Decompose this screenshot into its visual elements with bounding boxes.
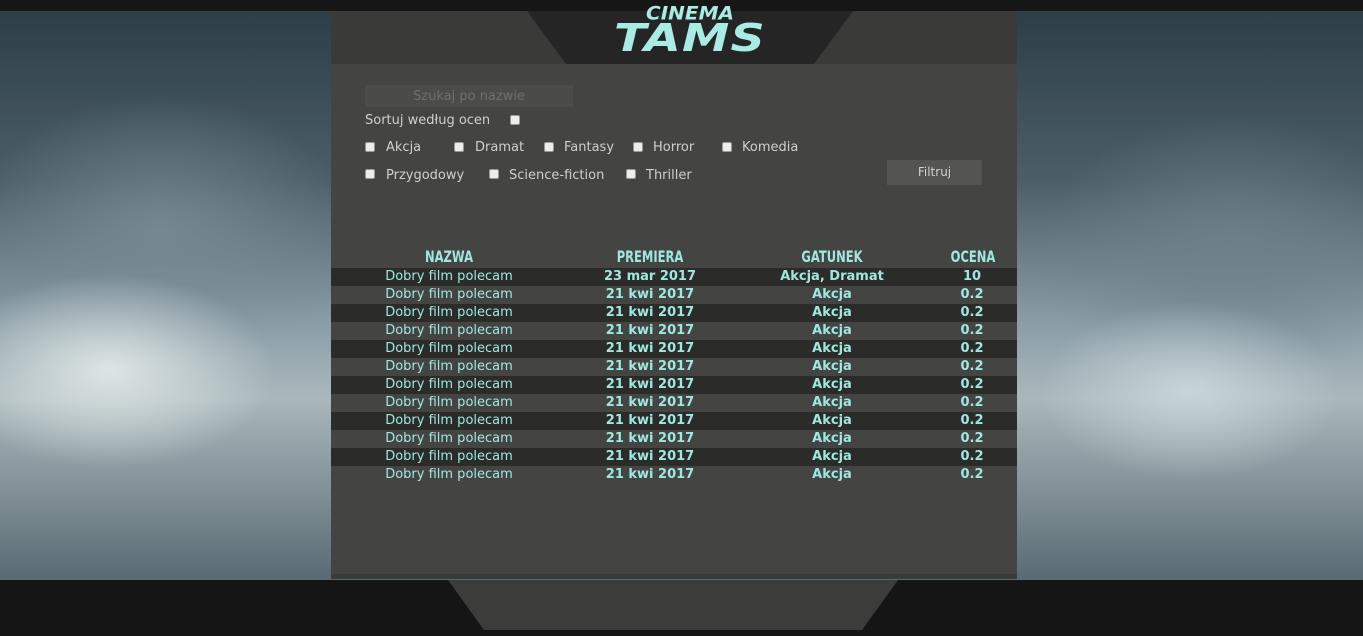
cell-rating: 0.2 — [960, 377, 984, 392]
table-header: NAZWA PREMIERA GATUNEK OCENA — [331, 245, 1017, 268]
sort-by-rating-checkbox[interactable] — [510, 115, 520, 125]
table-body: Dobry film polecam 23 mar 2017 Akcja, Dram… — [331, 268, 1017, 484]
cell-premiere: 23 mar 2017 — [603, 269, 697, 284]
genre-checkbox-thriller[interactable] — [626, 169, 636, 179]
cell-name: Dobry film polecam — [385, 341, 513, 356]
cell-rating: 0.2 — [960, 413, 984, 428]
table-row[interactable]: Dobry film polecam 21 kwi 2017 Akcja 0.2 — [331, 412, 1017, 430]
main-panel: CINEMA TAMS Sortuj według ocen Akcja Dra… — [331, 2, 1017, 579]
cell-premiere: 21 kwi 2017 — [605, 323, 695, 338]
cell-rating: 0.2 — [960, 395, 984, 410]
cell-name: Dobry film polecam — [385, 287, 513, 302]
genre-checkbox-science-fiction[interactable] — [489, 169, 499, 179]
column-header-name[interactable]: NAZWA — [406, 247, 492, 267]
footer-trapezoid — [448, 580, 898, 630]
cell-name: Dobry film polecam — [385, 413, 513, 428]
table-row[interactable]: Dobry film polecam 23 mar 2017 Akcja, Dram… — [331, 268, 1017, 286]
cell-rating: 0.2 — [960, 287, 984, 302]
cell-premiere: 21 kwi 2017 — [605, 359, 695, 374]
cell-rating: 0.2 — [960, 305, 984, 320]
table-row[interactable]: Dobry film polecam 21 kwi 2017 Akcja 0.2 — [331, 394, 1017, 412]
genre-checkbox-akcja[interactable] — [365, 142, 375, 152]
cell-premiere: 21 kwi 2017 — [605, 341, 695, 356]
cell-rating: 0.2 — [960, 467, 984, 482]
column-header-genre[interactable]: GATUNEK — [789, 247, 875, 267]
column-header-rating[interactable]: OCENA — [930, 247, 1016, 267]
genre-label-dramat: Dramat — [475, 140, 525, 155]
genre-label-science-fiction: Science-fiction — [509, 168, 605, 183]
genre-label-komedia: Komedia — [742, 140, 799, 155]
genre-checkbox-przygodowy[interactable] — [365, 169, 375, 179]
filter-button[interactable]: Filtruj — [887, 160, 982, 185]
cell-name: Dobry film polecam — [385, 449, 513, 464]
genre-checkbox-dramat[interactable] — [454, 142, 464, 152]
sort-by-rating-label: Sortuj według ocen — [365, 113, 491, 128]
genre-checkbox-horror[interactable] — [633, 142, 643, 152]
cell-rating: 0.2 — [960, 431, 984, 446]
cell-rating: 0.2 — [960, 449, 984, 464]
cell-name: Dobry film polecam — [385, 323, 513, 338]
cell-premiere: 21 kwi 2017 — [605, 305, 695, 320]
table-row[interactable]: Dobry film polecam 21 kwi 2017 Akcja 0.2 — [331, 286, 1017, 304]
table-row[interactable]: Dobry film polecam 21 kwi 2017 Akcja 0.2 — [331, 358, 1017, 376]
header: CINEMA TAMS — [331, 2, 1017, 64]
genre-checkbox-fantasy[interactable] — [544, 142, 554, 152]
table-row[interactable]: Dobry film polecam 21 kwi 2017 Akcja 0.2 — [331, 466, 1017, 484]
cell-rating: 0.2 — [960, 359, 984, 374]
table-row[interactable]: Dobry film polecam 21 kwi 2017 Akcja 0.2 — [331, 376, 1017, 394]
cell-rating: 0.2 — [960, 323, 984, 338]
cell-name: Dobry film polecam — [385, 377, 513, 392]
cell-name: Dobry film polecam — [385, 431, 513, 446]
cell-name: Dobry film polecam — [385, 305, 513, 320]
cell-name: Dobry film polecam — [385, 467, 513, 482]
genre-checkbox-komedia[interactable] — [722, 142, 732, 152]
cell-premiere: 21 kwi 2017 — [605, 395, 695, 410]
logo-main-text[interactable]: TAMS — [546, 17, 834, 59]
table-row[interactable]: Dobry film polecam 21 kwi 2017 Akcja 0.2 — [331, 304, 1017, 322]
cell-premiere: 21 kwi 2017 — [605, 467, 695, 482]
genre-label-fantasy: Fantasy — [564, 140, 615, 155]
search-input[interactable] — [365, 85, 573, 107]
genre-label-horror: Horror — [653, 140, 695, 155]
column-header-premiere[interactable]: PREMIERA — [607, 247, 693, 267]
genre-label-przygodowy: Przygodowy — [386, 168, 465, 183]
table-row[interactable]: Dobry film polecam 21 kwi 2017 Akcja 0.2 — [331, 322, 1017, 340]
cell-rating: 0.2 — [960, 341, 984, 356]
table-row[interactable]: Dobry film polecam 21 kwi 2017 Akcja 0.2 — [331, 430, 1017, 448]
cell-name: Dobry film polecam — [385, 269, 513, 284]
cell-premiere: 21 kwi 2017 — [605, 287, 695, 302]
genre-label-thriller: Thriller — [646, 168, 692, 183]
cell-premiere: 21 kwi 2017 — [605, 377, 695, 392]
cell-premiere: 21 kwi 2017 — [605, 413, 695, 428]
movies-table: NAZWA PREMIERA GATUNEK OCENA Dobry film … — [331, 245, 1017, 484]
genre-label-akcja: Akcja — [386, 140, 422, 155]
cell-premiere: 21 kwi 2017 — [605, 449, 695, 464]
cell-premiere: 21 kwi 2017 — [605, 431, 695, 446]
table-row[interactable]: Dobry film polecam 21 kwi 2017 Akcja 0.2 — [331, 448, 1017, 466]
table-row[interactable]: Dobry film polecam 21 kwi 2017 Akcja 0.2 — [331, 340, 1017, 358]
cell-rating: 10 — [962, 269, 982, 284]
cell-name: Dobry film polecam — [385, 359, 513, 374]
cell-name: Dobry film polecam — [385, 395, 513, 410]
